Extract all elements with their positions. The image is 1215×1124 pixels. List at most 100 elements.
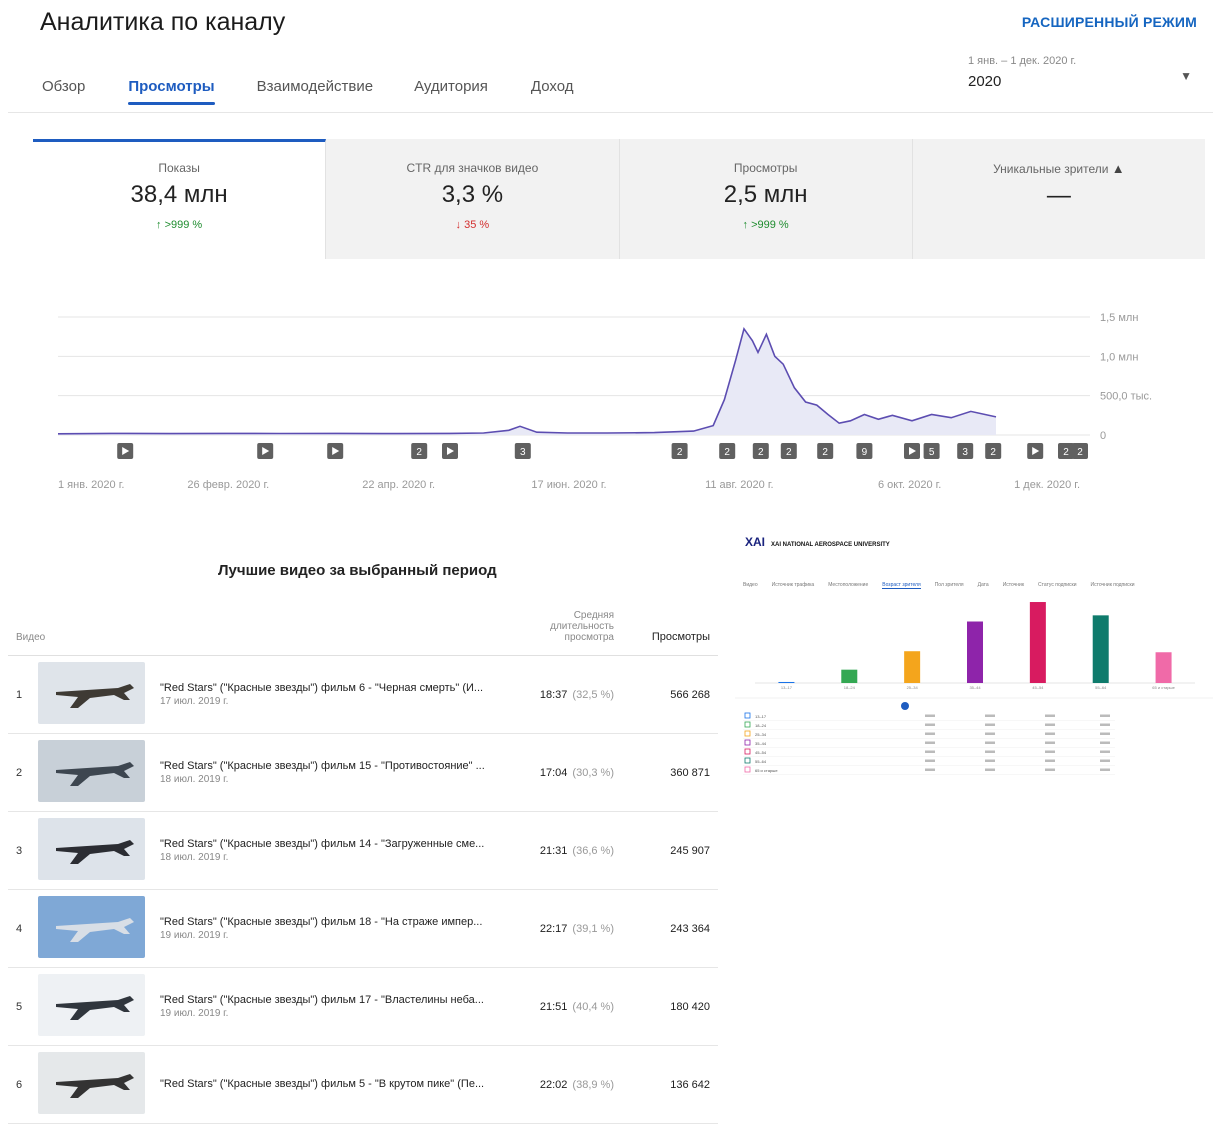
video-info[interactable]: "Red Stars" ("Красные звезды") фильм 5 -… bbox=[152, 1045, 511, 1124]
col-views-header[interactable]: Просмотры bbox=[622, 606, 718, 656]
tab-revenue[interactable]: Доход bbox=[531, 78, 574, 105]
video-marker[interactable] bbox=[442, 443, 458, 459]
arrow-up-icon: ↑ bbox=[742, 219, 749, 231]
video-info[interactable]: "Red Stars" ("Красные звезды") фильм 17 … bbox=[152, 967, 511, 1046]
checkbox-icon[interactable] bbox=[744, 757, 751, 764]
checkbox-icon[interactable] bbox=[744, 748, 751, 755]
age-bar bbox=[904, 651, 921, 683]
video-title[interactable]: "Red Stars" ("Красные звезды") фильм 18 … bbox=[160, 916, 503, 928]
video-title[interactable]: "Red Stars" ("Красные звезды") фильм 6 -… bbox=[160, 682, 503, 694]
metric-ctr[interactable]: CTR для значков видео 3,3 % ↓ 35 % bbox=[326, 139, 620, 259]
video-thumbnail[interactable] bbox=[38, 896, 145, 958]
video-info[interactable]: "Red Stars" ("Красные звезды") фильм 15 … bbox=[152, 733, 511, 812]
svg-text:9: 9 bbox=[862, 447, 868, 458]
video-marker[interactable]: 3 bbox=[514, 443, 531, 459]
x-tick-label: 26 февр. 2020 г. bbox=[187, 479, 269, 491]
inset-channel-name: XAI NATIONAL AEROSPACE UNIVERSITY bbox=[771, 542, 890, 548]
inset-tab[interactable]: Источник подписки bbox=[1091, 582, 1135, 589]
video-marker[interactable]: 2 bbox=[1058, 443, 1074, 459]
video-thumbnail[interactable] bbox=[38, 974, 145, 1036]
video-thumbnail[interactable] bbox=[38, 662, 145, 724]
video-info[interactable]: "Red Stars" ("Красные звезды") фильм 18 … bbox=[152, 889, 511, 968]
add-metric-icon[interactable] bbox=[901, 702, 909, 710]
svg-text:2: 2 bbox=[1063, 447, 1069, 458]
video-marker[interactable] bbox=[327, 443, 344, 459]
y-tick-label: 500,0 тыс. bbox=[1100, 391, 1152, 403]
video-marker[interactable]: 5 bbox=[923, 443, 940, 459]
age-bar-chart: 13–17 18–24 25–34 35–44 45–54 55–64 65 и старш… bbox=[735, 602, 1213, 775]
inset-tab[interactable]: Местоположение bbox=[828, 582, 868, 589]
age-bar bbox=[841, 669, 858, 683]
y-tick-label: 1,0 млн bbox=[1100, 351, 1138, 363]
video-marker[interactable] bbox=[1027, 443, 1044, 459]
arrow-up-icon: ↑ bbox=[156, 219, 162, 231]
video-title[interactable]: "Red Stars" ("Красные звезды") фильм 17 … bbox=[160, 994, 503, 1006]
col-video-header[interactable]: Видео bbox=[8, 606, 511, 656]
checkbox-icon[interactable] bbox=[744, 766, 751, 773]
warning-icon: ▲ bbox=[1111, 161, 1125, 176]
svg-text:2: 2 bbox=[758, 447, 764, 458]
inset-tab[interactable]: Возраст зрителя bbox=[882, 582, 921, 589]
checkbox-icon[interactable] bbox=[744, 730, 751, 737]
view-count: 360 871 bbox=[622, 733, 718, 812]
video-marker[interactable] bbox=[117, 443, 134, 459]
video-thumbnail[interactable] bbox=[38, 818, 145, 880]
metric-label: CTR для значков видео bbox=[406, 161, 539, 175]
metric-unique-viewers[interactable]: Уникальные зрители ▲ — bbox=[912, 139, 1205, 259]
metric-impressions[interactable]: Показы 38,4 млн ↑ >999 % bbox=[33, 139, 327, 259]
video-marker[interactable]: 2 bbox=[671, 443, 688, 459]
table-row[interactable]: 1 "Red Stars" ("Красные звезды") фильм 6… bbox=[8, 655, 718, 734]
col-avg-duration-header[interactable]: Средняя длительность просмотра bbox=[511, 606, 622, 656]
inset-tab[interactable]: Видео bbox=[743, 582, 758, 589]
video-thumbnail[interactable] bbox=[38, 740, 145, 802]
video-info[interactable]: "Red Stars" ("Красные звезды") фильм 6 -… bbox=[152, 655, 511, 734]
period-selector[interactable]: 1 янв. – 1 дек. 2020 г. 2020 ▼ bbox=[968, 55, 1198, 90]
video-marker[interactable]: 2 bbox=[1072, 443, 1088, 459]
video-marker[interactable]: 2 bbox=[411, 443, 428, 459]
page-title: Аналитика по каналу bbox=[40, 8, 286, 36]
video-title[interactable]: "Red Stars" ("Красные звезды") фильм 5 -… bbox=[160, 1078, 503, 1090]
checkbox-icon[interactable] bbox=[744, 712, 751, 719]
advanced-mode-link[interactable]: РАСШИРЕННЫЙ РЕЖИМ bbox=[1022, 14, 1197, 30]
table-row[interactable]: 3 "Red Stars" ("Красные звезды") фильм 1… bbox=[8, 811, 718, 890]
x-tick-label: 1 дек. 2020 г. bbox=[1014, 479, 1080, 491]
video-thumbnail[interactable] bbox=[38, 1052, 145, 1114]
table-row[interactable]: 5 "Red Stars" ("Красные звезды") фильм 1… bbox=[8, 967, 718, 1046]
svg-text:2: 2 bbox=[1077, 447, 1083, 458]
video-marker[interactable]: 2 bbox=[817, 443, 834, 459]
tab-engagement[interactable]: Взаимодействие bbox=[257, 78, 373, 105]
tab-views[interactable]: Просмотры bbox=[128, 78, 215, 105]
tab-audience[interactable]: Аудитория bbox=[414, 78, 488, 105]
metric-views[interactable]: Просмотры 2,5 млн ↑ >999 % bbox=[619, 139, 913, 259]
video-marker[interactable]: 2 bbox=[780, 443, 797, 459]
inset-tab[interactable]: Источник трафика bbox=[772, 582, 815, 589]
inset-tab[interactable]: Пол зрителя bbox=[935, 582, 964, 589]
inset-tab[interactable]: Источник bbox=[1003, 582, 1024, 589]
inset-tab[interactable]: Статус подписки bbox=[1038, 582, 1076, 589]
row-rank: 4 bbox=[8, 889, 38, 968]
row-rank: 5 bbox=[8, 967, 38, 1046]
video-marker[interactable] bbox=[257, 443, 274, 459]
checkbox-icon[interactable] bbox=[744, 721, 751, 728]
video-info[interactable]: "Red Stars" ("Красные звезды") фильм 14 … bbox=[152, 811, 511, 890]
video-marker[interactable]: 2 bbox=[985, 443, 1002, 459]
video-marker[interactable]: 2 bbox=[719, 443, 736, 459]
video-title[interactable]: "Red Stars" ("Красные звезды") фильм 15 … bbox=[160, 760, 503, 772]
table-row[interactable]: 2 "Red Stars" ("Красные звезды") фильм 1… bbox=[8, 733, 718, 812]
checkbox-icon[interactable] bbox=[744, 739, 751, 746]
video-title[interactable]: "Red Stars" ("Красные звезды") фильм 14 … bbox=[160, 838, 503, 850]
inset-tab[interactable]: Дата bbox=[978, 582, 989, 589]
age-bar-label: 35–44 bbox=[969, 685, 981, 690]
video-marker[interactable]: 2 bbox=[752, 443, 769, 459]
video-marker[interactable]: 9 bbox=[856, 443, 873, 459]
period-year: 2020 bbox=[968, 73, 1002, 90]
table-row[interactable]: 4 "Red Stars" ("Красные звезды") фильм 1… bbox=[8, 889, 718, 968]
video-marker[interactable]: 3 bbox=[957, 443, 974, 459]
avg-duration: 22:17 (39,1 %) bbox=[511, 889, 622, 968]
video-date: 18 июл. 2019 г. bbox=[160, 774, 229, 785]
thumbnail-cell bbox=[38, 655, 152, 734]
tab-overview[interactable]: Обзор bbox=[42, 78, 85, 105]
table-row[interactable]: 6 "Red Stars" ("Красные звезды") фильм 5… bbox=[8, 1045, 718, 1124]
svg-text:2: 2 bbox=[724, 447, 730, 458]
video-marker[interactable] bbox=[904, 443, 920, 459]
